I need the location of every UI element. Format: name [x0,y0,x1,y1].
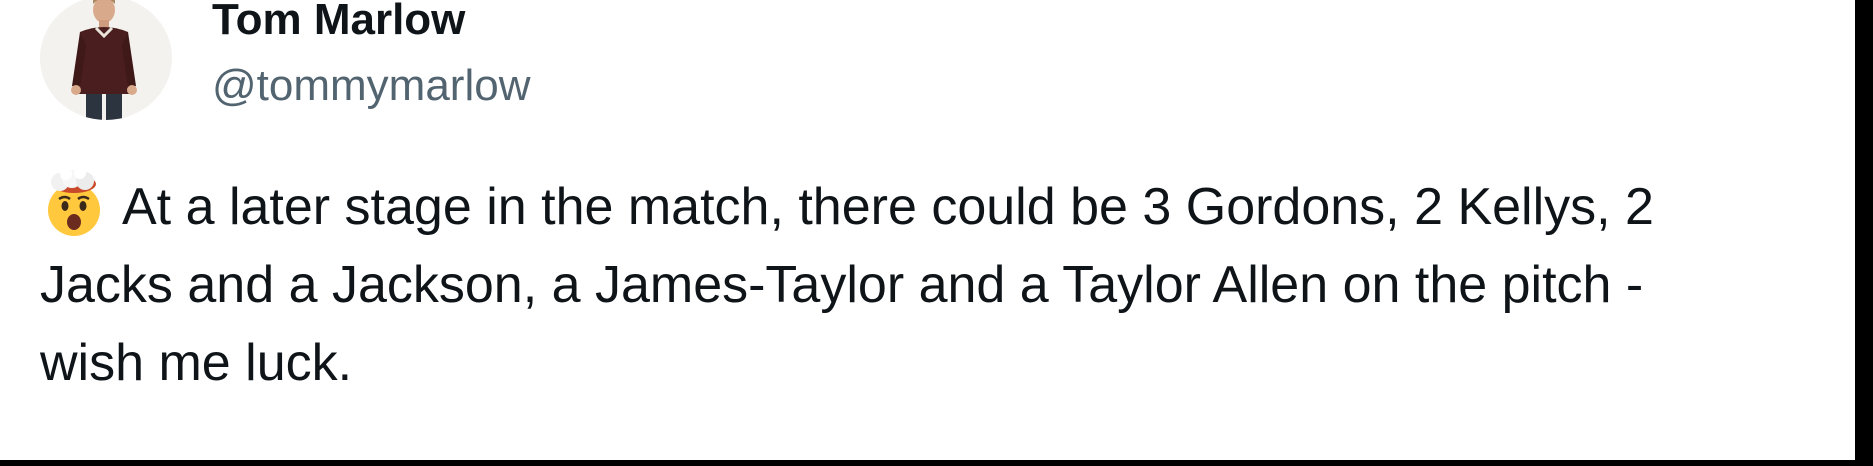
tweet-text-line-3: wish me luck. [40,334,353,392]
tweet-text-line-1-content: At a later stage in the match, there cou… [122,178,1654,236]
tweet-text-line-1: At a later stage in the match, there cou… [40,168,1840,246]
tweet-text-line-2: Jacks and a Jackson, a James-Taylor and … [40,256,1644,314]
author-display-name[interactable]: Tom Marlow [212,0,465,46]
exploding-head-emoji-icon [40,170,108,238]
author-handle[interactable]: @tommymarlow [212,60,530,112]
author-avatar[interactable] [40,0,172,120]
profile-photo [40,0,172,120]
tweet-card: Tom Marlow @tommymarlow At a later stage… [0,0,1855,460]
tweet-text: At a later stage in the match, there cou… [40,168,1840,402]
